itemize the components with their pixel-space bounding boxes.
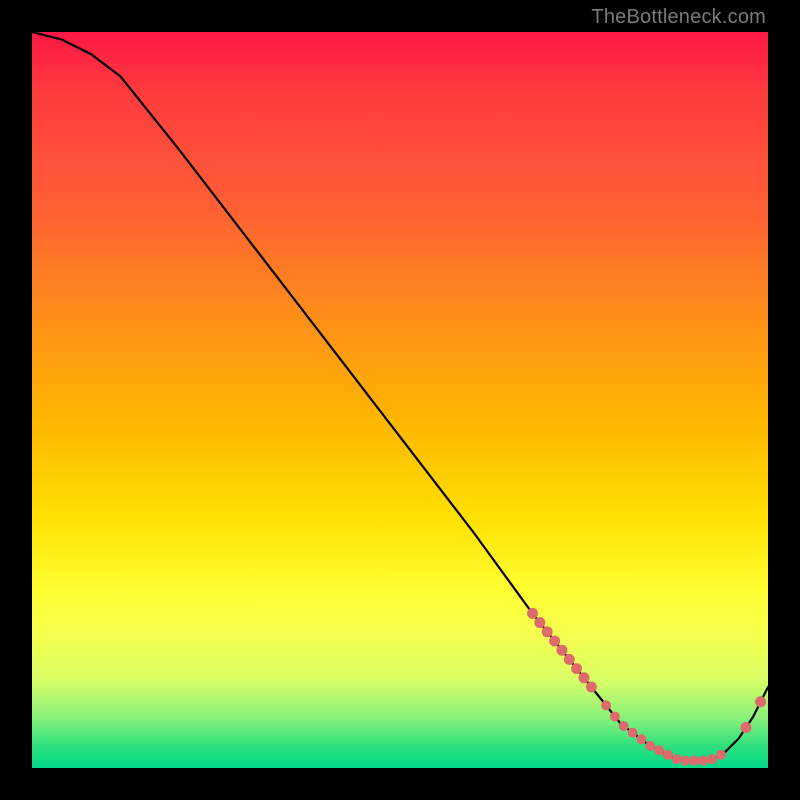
marker-dot: [564, 654, 575, 665]
marker-dot: [654, 745, 664, 755]
marker-dot: [628, 728, 638, 738]
marker-cluster-left: [527, 608, 597, 693]
marker-dot: [527, 608, 538, 619]
marker-dot: [571, 663, 582, 674]
marker-dot: [586, 682, 597, 693]
chart-frame: TheBottleneck.com: [0, 0, 800, 800]
marker-cluster-bottom: [601, 700, 726, 765]
marker-dot: [698, 756, 708, 766]
marker-dot: [755, 696, 766, 707]
marker-dot: [707, 754, 717, 764]
marker-dot: [645, 741, 655, 751]
chart-svg: [32, 32, 768, 768]
marker-dot: [549, 636, 560, 647]
marker-dot: [579, 672, 590, 683]
curve-line: [32, 32, 768, 761]
marker-dot: [619, 721, 629, 731]
marker-dot: [556, 645, 567, 656]
marker-dot: [601, 700, 611, 710]
marker-dot: [534, 617, 545, 628]
marker-dot: [681, 756, 691, 766]
marker-dot: [542, 626, 553, 637]
watermark-text: TheBottleneck.com: [591, 6, 766, 29]
marker-dot: [740, 722, 751, 733]
marker-dot: [610, 712, 620, 722]
marker-dot: [689, 756, 699, 766]
marker-dot: [672, 754, 682, 764]
plot-area: [32, 32, 768, 768]
marker-dot: [636, 734, 646, 744]
marker-dot: [716, 750, 726, 760]
marker-dot: [663, 750, 673, 760]
